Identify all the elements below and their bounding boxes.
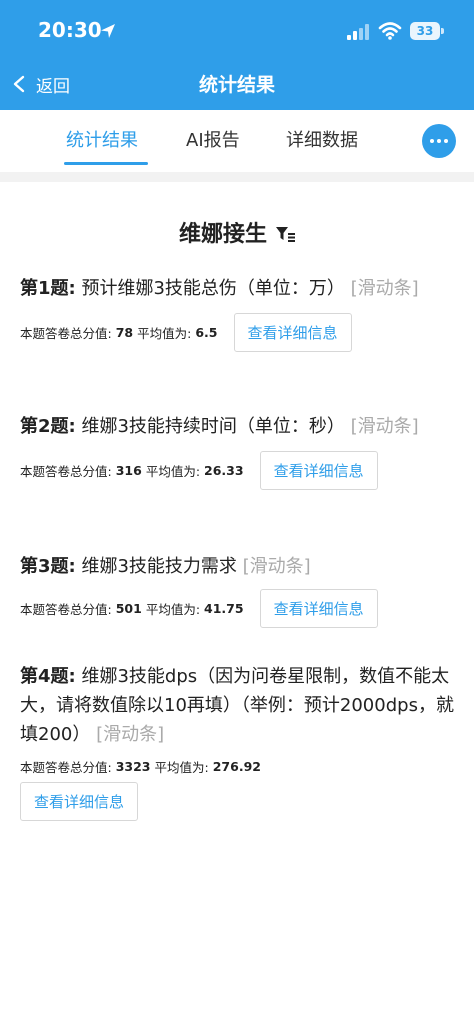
total-label: 本题答卷总分值: — [20, 464, 112, 479]
question-title: 预计维娜3技能总伤（单位：万） — [75, 278, 351, 299]
question-card: 第1题: 预计维娜3技能总伤（单位：万） [滑动条] 本题答卷总分值: 78 平均… — [20, 274, 454, 352]
question-card: 第2题: 维娜3技能持续时间（单位：秒） [滑动条] 本题答卷总分值: 316 平… — [20, 412, 454, 490]
total-label: 本题答卷总分值: — [20, 602, 112, 617]
status-bar: 20:30 33 — [0, 0, 474, 58]
view-details-button[interactable]: 查看详细信息 — [259, 451, 378, 490]
battery-icon: 33 — [410, 22, 440, 40]
question-card: 第3题: 维娜3技能技力需求 [滑动条] 本题答卷总分值: 501 平均值为: 41… — [20, 552, 454, 628]
more-icon — [430, 139, 434, 143]
question-stats: 本题答卷总分值: 316 平均值为: 26.33 查看详细信息 — [20, 451, 454, 490]
section-divider — [0, 172, 474, 182]
question-stats: 本题答卷总分值: 501 平均值为: 41.75 查看详细信息 — [20, 589, 454, 628]
question-number: 第2题: — [20, 416, 76, 437]
back-label: 返回 — [36, 76, 70, 97]
view-details-button[interactable]: 查看详细信息 — [259, 589, 378, 628]
question-number: 第3题: — [20, 556, 76, 577]
avg-value: 26.33 — [204, 463, 244, 478]
page-title: 统计结果 — [198, 74, 275, 96]
total-label: 本题答卷总分值: — [20, 760, 112, 775]
wifi-icon — [378, 22, 402, 40]
question-title: 维娜3技能持续时间（单位：秒） — [75, 416, 351, 437]
question-stats: 本题答卷总分值: 78 平均值为: 6.5 查看详细信息 — [20, 313, 454, 352]
total-value: 316 — [115, 463, 142, 478]
tab-ai-report[interactable]: AI报告 — [186, 126, 240, 152]
battery-tip — [441, 28, 444, 34]
back-button[interactable]: 返回 — [12, 70, 70, 98]
question-stats: 本题答卷总分值: 3323 平均值为: 276.92 — [20, 757, 454, 776]
question-card: 第4题: 维娜3技能dps（因为问卷星限制，数值不能太大，请将数值除以10再填）… — [20, 662, 454, 821]
question-title: 维娜3技能技力需求 — [75, 556, 243, 577]
question-number: 第4题: — [20, 666, 76, 687]
status-time: 20:30 — [38, 18, 102, 42]
question-type: [滑动条] — [350, 278, 419, 299]
location-arrow-icon — [101, 24, 115, 38]
tab-statistics[interactable]: 统计结果 — [66, 126, 138, 152]
more-icon-dot — [444, 139, 448, 143]
question-type: [滑动条] — [350, 416, 419, 437]
total-value: 78 — [115, 325, 134, 340]
view-details-button[interactable]: 查看详细信息 — [233, 313, 352, 352]
survey-title: 维娜接生 — [0, 216, 474, 248]
chevron-left-icon — [13, 75, 25, 93]
total-value: 501 — [115, 601, 142, 616]
more-icon-dot — [437, 139, 441, 143]
signal-icon — [347, 24, 369, 40]
survey-title-text: 维娜接生 — [178, 222, 267, 247]
question-type: [滑动条] — [242, 556, 311, 577]
avg-label: 平均值为: — [137, 326, 192, 341]
avg-value: 41.75 — [204, 601, 244, 616]
avg-label: 平均值为: — [145, 602, 201, 617]
avg-value: 6.5 — [195, 325, 218, 340]
avg-label: 平均值为: — [145, 464, 201, 479]
question-text: 第3题: 维娜3技能技力需求 [滑动条] — [20, 552, 454, 581]
avg-label: 平均值为: — [154, 760, 209, 775]
question-title: 维娜3技能dps（因为问卷星限制，数值不能太大，请将数值除以10再填）（举例：预… — [20, 666, 454, 745]
question-text: 第1题: 预计维娜3技能总伤（单位：万） [滑动条] — [20, 274, 454, 303]
active-tab-indicator — [64, 162, 148, 165]
avg-value: 276.92 — [212, 759, 261, 774]
tab-detail-data[interactable]: 详细数据 — [286, 126, 358, 152]
question-text: 第4题: 维娜3技能dps（因为问卷星限制，数值不能太大，请将数值除以10再填）… — [20, 662, 454, 749]
total-label: 本题答卷总分值: — [20, 326, 112, 341]
question-number: 第1题: — [20, 278, 76, 299]
question-type: [滑动条] — [96, 724, 165, 745]
top-bar: 20:30 33 返回 统计结果 — [0, 0, 474, 110]
filter-icon[interactable] — [275, 225, 295, 243]
more-button[interactable] — [422, 124, 456, 158]
total-value: 3323 — [115, 759, 151, 774]
view-details-button[interactable]: 查看详细信息 — [20, 782, 139, 821]
question-text: 第2题: 维娜3技能持续时间（单位：秒） [滑动条] — [20, 412, 454, 441]
